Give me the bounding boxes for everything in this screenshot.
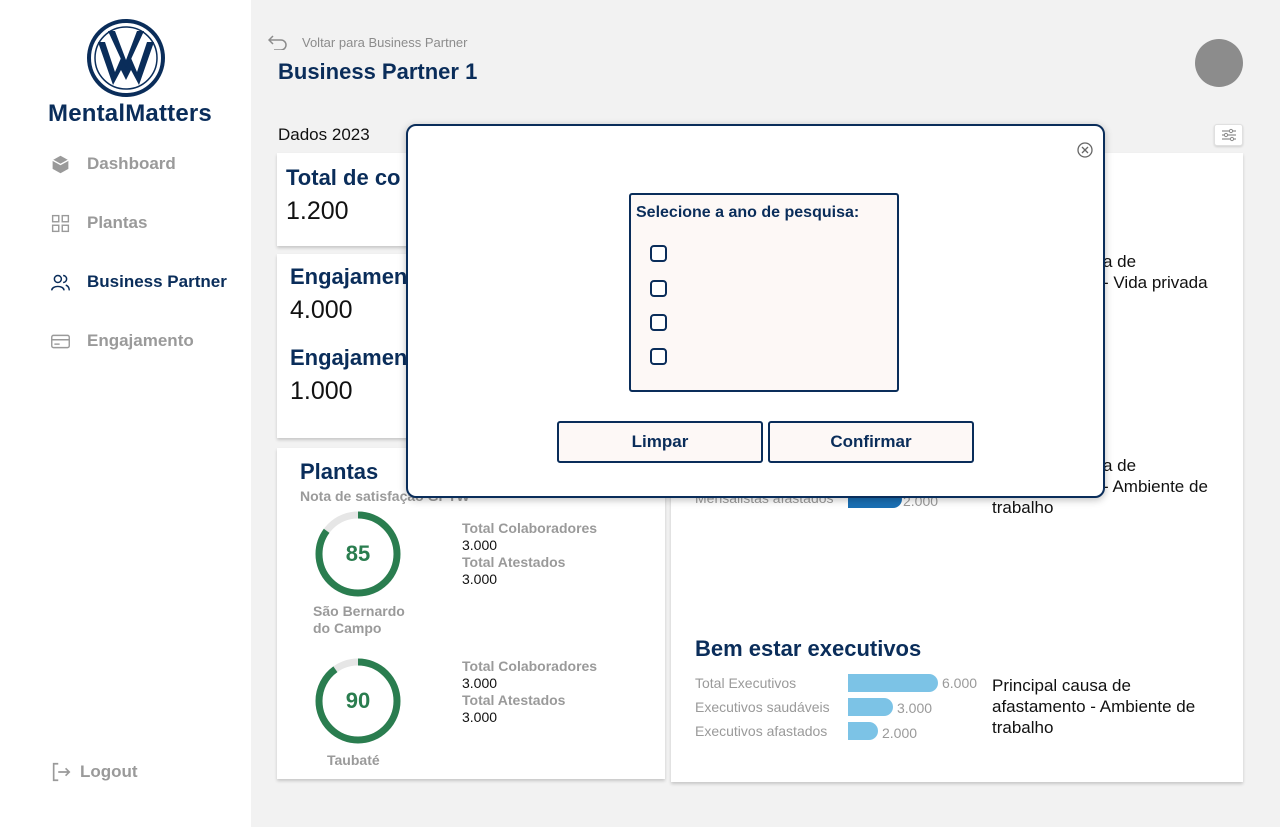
plant-name: São Bernardo do Campo <box>313 603 405 637</box>
bar-value: 3.000 <box>897 700 933 716</box>
page-title: Business Partner 1 <box>278 59 478 84</box>
brand-name: MentalMatters <box>48 100 212 127</box>
year-checkbox-2[interactable] <box>650 280 667 297</box>
sidebar-item-label: Plantas <box>87 213 148 232</box>
bar-total-executivos <box>848 674 938 692</box>
year-checkbox-1[interactable] <box>650 245 667 262</box>
filter-sliders-icon <box>1221 128 1236 142</box>
cause-line: a de <box>1103 252 1137 271</box>
bar-label: Executivos saudáveis <box>695 699 830 715</box>
back-link[interactable]: Voltar para Business Partner <box>268 34 467 50</box>
year-label: Dados 2023 <box>278 125 370 144</box>
bar-executivos-afastados <box>848 722 878 740</box>
modal-title: Selecione a ano de pesquisa: <box>636 204 860 221</box>
logout-icon <box>52 762 71 782</box>
logout-button[interactable]: Logout <box>50 761 138 783</box>
year-checkbox-3[interactable] <box>650 314 667 331</box>
filter-button[interactable] <box>1214 124 1243 146</box>
sidebar-item-label: Engajamento <box>87 331 194 350</box>
grid-icon <box>51 214 70 232</box>
colab-value: 3.000 <box>462 675 498 691</box>
sidebar-item-label: Business Partner <box>87 272 227 291</box>
cause-line: Principal causa de <box>992 676 1131 695</box>
total-card-title: Total de co <box>286 165 401 190</box>
engagement-card: Engajamen 4.000 Engajamen 1.000 <box>277 254 417 438</box>
total-card: Total de co 1.200 <box>277 153 417 246</box>
card-icon <box>51 334 70 348</box>
sidebar-item-business-partner[interactable]: Business Partner <box>50 270 227 294</box>
atest-label: Total Atestados <box>462 692 566 708</box>
sidebar-item-plantas[interactable]: Plantas <box>50 211 147 235</box>
gauge-score: 90 <box>345 688 371 713</box>
back-link-label: Voltar para Business Partner <box>302 34 468 50</box>
executivos-title: Bem estar executivos <box>695 636 922 661</box>
colab-label: Total Colaboradores <box>462 658 598 674</box>
atest-label: Total Atestados <box>462 554 566 570</box>
avatar[interactable] <box>1195 39 1243 87</box>
cause-line: - Vida privada <box>1103 273 1208 292</box>
bar-label: Total Executivos <box>695 675 797 691</box>
bar-label: Executivos afastados <box>695 723 828 739</box>
total-card-value: 1.200 <box>286 197 349 225</box>
sidebar-item-dashboard[interactable]: Dashboard <box>50 152 176 176</box>
sidebar: MentalMatters Dashboard Plantas Business… <box>0 0 251 827</box>
engagement-title-1: Engajamen <box>290 264 408 289</box>
sidebar-item-engajamento[interactable]: Engajamento <box>50 329 194 353</box>
cause-text-exec: Principal causa de afastamento - Ambient… <box>992 675 1195 738</box>
atest-value: 3.000 <box>462 709 498 725</box>
engagement-value-1: 4.000 <box>290 296 353 324</box>
atest-value: 3.000 <box>462 571 498 587</box>
gauge-taubate: 90 <box>314 657 402 745</box>
vw-logo <box>87 19 165 97</box>
bar-value: 2.000 <box>882 725 918 741</box>
plant-name-line1: São Bernardo <box>313 603 405 619</box>
back-arrow-icon <box>268 35 287 50</box>
gauge-sao-bernardo: 85 <box>314 510 402 598</box>
cause-line: trabalho <box>992 718 1054 737</box>
colab-value: 3.000 <box>462 537 498 553</box>
colab-label: Total Colaboradores <box>462 520 598 536</box>
bar-value: 6.000 <box>942 675 978 691</box>
layers-icon <box>52 155 69 173</box>
plantas-title: Plantas <box>300 459 379 484</box>
year-checkbox-4[interactable] <box>650 348 667 365</box>
confirm-button[interactable]: Confirmar <box>768 421 974 463</box>
close-icon[interactable] <box>1076 141 1094 159</box>
bar-executivos-saudaveis <box>848 698 893 716</box>
sidebar-item-label: Dashboard <box>87 154 176 173</box>
cause-text-top: a de - Vida privada <box>1103 251 1208 293</box>
year-options-box: Selecione a ano de pesquisa: <box>629 193 899 392</box>
clear-button[interactable]: Limpar <box>557 421 763 463</box>
year-select-modal: Selecione a ano de pesquisa: Limpar Conf… <box>406 124 1105 498</box>
users-icon <box>51 274 70 291</box>
engagement-title-2: Engajamen <box>290 345 408 370</box>
plant-name: Taubaté <box>327 752 380 768</box>
engagement-value-2: 1.000 <box>290 377 353 405</box>
cause-line: trabalho <box>992 498 1054 517</box>
gauge-score: 85 <box>345 541 371 566</box>
cause-line: afastamento - Ambiente de <box>992 697 1196 716</box>
logout-label: Logout <box>80 762 138 781</box>
plant-name-line2: do Campo <box>313 620 382 636</box>
